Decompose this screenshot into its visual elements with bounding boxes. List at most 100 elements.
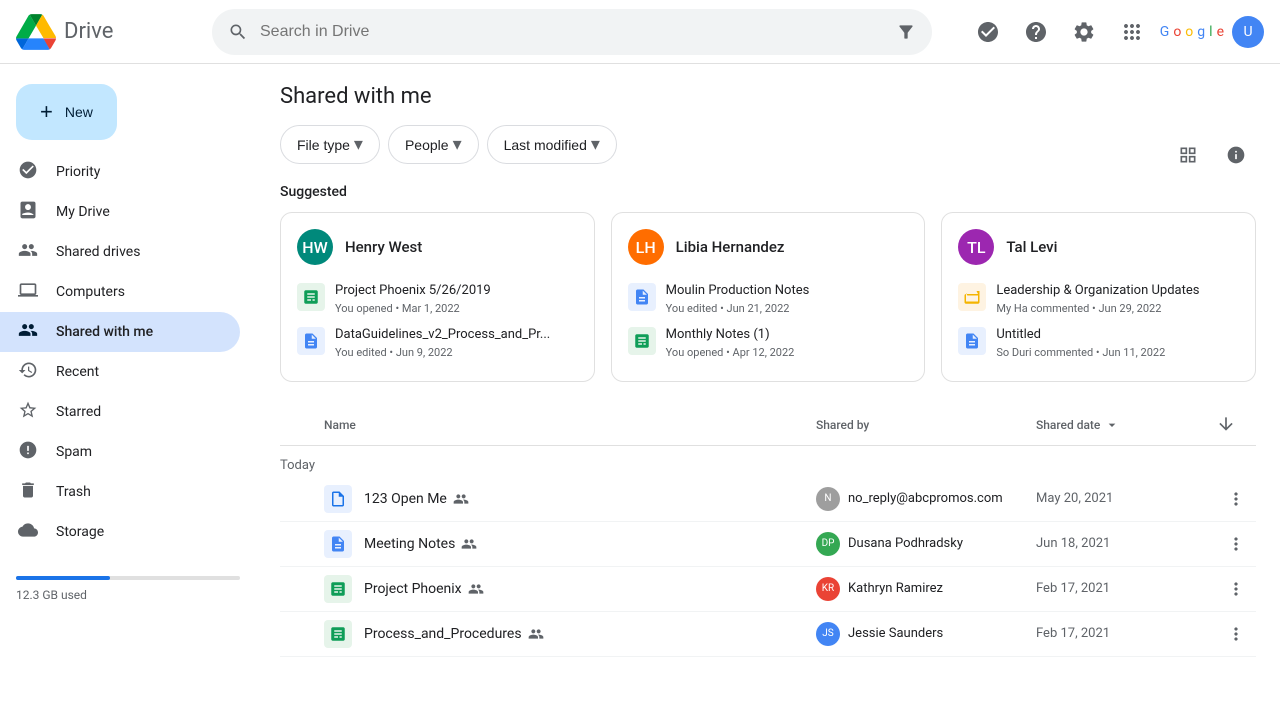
col-header-shared-by: Shared by <box>816 418 1036 432</box>
table-row[interactable]: Project Phoenix KR Kathryn Ramirez Feb 1… <box>280 567 1256 612</box>
sidebar-label-recent: Recent <box>56 364 99 380</box>
sidebar-item-recent[interactable]: Recent <box>0 352 240 392</box>
file-name: Untitled <box>996 327 1165 344</box>
filter-last-modified-arrow: ▾ <box>591 134 600 155</box>
file-type-icon <box>297 283 325 311</box>
shared-people-icon <box>461 536 477 552</box>
sidebar-item-shared-with-me[interactable]: Shared with me <box>0 312 240 352</box>
file-meta: You opened • Mar 1, 2022 <box>335 302 491 315</box>
more-options-button[interactable] <box>1220 573 1252 605</box>
table-row[interactable]: 123 Open Me N no_reply@abcpromos.com May… <box>280 477 1256 522</box>
file-info: Untitled So Duri commented • Jun 11, 202… <box>996 327 1165 359</box>
file-meta: My Ha commented • Jun 29, 2022 <box>996 302 1199 315</box>
sidebar-label-computers: Computers <box>56 284 125 300</box>
filter-people[interactable]: People ▾ <box>388 125 479 164</box>
row-file-info: 123 Open Me <box>280 485 816 513</box>
storage-bar <box>16 576 240 580</box>
plus-icon: + <box>40 99 53 125</box>
table-section-today: Today <box>280 446 1256 477</box>
apps-icon[interactable] <box>1112 12 1152 52</box>
check-circle-icon[interactable] <box>968 12 1008 52</box>
suggested-file-item[interactable]: Monthly Notes (1) You opened • Apr 12, 2… <box>628 321 909 365</box>
person-name: Henry West <box>345 238 422 256</box>
logo[interactable]: Drive <box>16 12 196 52</box>
file-name: Moulin Production Notes <box>666 283 810 300</box>
filter-file-type-label: File type <box>297 137 350 153</box>
person-card[interactable]: HW Henry West Project Phoenix 5/26/2019 … <box>280 212 595 382</box>
sidebar-item-computers[interactable]: Computers <box>0 272 240 312</box>
row-file-name: Meeting Notes <box>364 536 477 552</box>
info-button[interactable] <box>1216 135 1256 175</box>
avatar[interactable]: U <box>1232 16 1264 48</box>
settings-icon[interactable] <box>1064 12 1104 52</box>
sidebar-item-shared-drives[interactable]: Shared drives <box>0 232 240 272</box>
storage-icon <box>16 520 40 545</box>
storage-section: 12.3 GB used <box>0 552 256 618</box>
row-file-name: Process_and_Procedures <box>364 626 544 642</box>
row-date: Jun 18, 2021 <box>1036 536 1216 551</box>
row-actions <box>1216 618 1256 650</box>
person-card[interactable]: TL Tal Levi Leadership & Organization Up… <box>941 212 1256 382</box>
col-header-date-label: Shared date <box>1036 418 1100 432</box>
sidebar-item-my-drive[interactable]: My Drive <box>0 192 240 232</box>
filter-people-arrow: ▾ <box>453 134 462 155</box>
more-options-button[interactable] <box>1220 618 1252 650</box>
sidebar-item-trash[interactable]: Trash <box>0 472 240 512</box>
view-controls <box>1168 135 1256 175</box>
spam-icon <box>16 440 40 465</box>
recent-icon <box>16 360 40 385</box>
filter-people-label: People <box>405 137 449 153</box>
more-options-button[interactable] <box>1220 483 1252 515</box>
col-header-sort-icon <box>1104 417 1120 433</box>
row-date: Feb 17, 2021 <box>1036 581 1216 596</box>
grid-view-button[interactable] <box>1168 135 1208 175</box>
suggested-file-item[interactable]: Leadership & Organization Updates My Ha … <box>958 277 1239 321</box>
file-info: Project Phoenix 5/26/2019 You opened • M… <box>335 283 491 315</box>
person-header: TL Tal Levi <box>958 229 1239 265</box>
search-bar[interactable] <box>212 9 932 55</box>
table-rows: 123 Open Me N no_reply@abcpromos.com May… <box>280 477 1256 657</box>
suggested-file-item[interactable]: Project Phoenix 5/26/2019 You opened • M… <box>297 277 578 321</box>
new-button[interactable]: + New <box>16 84 117 140</box>
filter-last-modified[interactable]: Last modified ▾ <box>487 125 617 164</box>
row-shared-by: JS Jessie Saunders <box>816 622 1036 646</box>
help-icon[interactable] <box>1016 12 1056 52</box>
sidebar-item-storage[interactable]: Storage <box>0 512 240 552</box>
file-name: Leadership & Organization Updates <box>996 283 1199 300</box>
sidebar-label-spam: Spam <box>56 444 92 460</box>
shared-by-name: Jessie Saunders <box>848 626 943 641</box>
col-header-date[interactable]: Shared date <box>1036 417 1216 433</box>
row-file-name: Project Phoenix <box>364 581 484 597</box>
row-file-icon <box>324 620 352 648</box>
new-button-label: New <box>65 104 93 120</box>
trash-icon <box>16 480 40 505</box>
starred-icon <box>16 400 40 425</box>
search-input[interactable] <box>260 23 884 41</box>
shared-by-avatar: KR <box>816 577 840 601</box>
body: + New Priority My Drive Shared drives <box>0 64 1280 720</box>
sort-arrow-icon[interactable] <box>1216 414 1236 434</box>
row-shared-by: N no_reply@abcpromos.com <box>816 487 1036 511</box>
shared-by-name: no_reply@abcpromos.com <box>848 491 1003 506</box>
file-meta: You edited • Jun 21, 2022 <box>666 302 810 315</box>
row-shared-by: KR Kathryn Ramirez <box>816 577 1036 601</box>
col-header-name: Name <box>280 418 816 432</box>
file-type-icon <box>628 283 656 311</box>
filter-icon[interactable] <box>896 22 916 42</box>
person-avatar: LH <box>628 229 664 265</box>
table-row[interactable]: Process_and_Procedures JS Jessie Saunder… <box>280 612 1256 657</box>
filter-last-modified-label: Last modified <box>504 137 587 153</box>
more-options-button[interactable] <box>1220 528 1252 560</box>
sidebar-item-starred[interactable]: Starred <box>0 392 240 432</box>
person-card[interactable]: LH Libia Hernandez Moulin Production Not… <box>611 212 926 382</box>
row-actions <box>1216 483 1256 515</box>
file-info: Moulin Production Notes You edited • Jun… <box>666 283 810 315</box>
suggested-file-item[interactable]: Untitled So Duri commented • Jun 11, 202… <box>958 321 1239 365</box>
row-actions <box>1216 573 1256 605</box>
sidebar-item-priority[interactable]: Priority <box>0 152 240 192</box>
suggested-file-item[interactable]: Moulin Production Notes You edited • Jun… <box>628 277 909 321</box>
table-row[interactable]: Meeting Notes DP Dusana Podhradsky Jun 1… <box>280 522 1256 567</box>
sidebar-item-spam[interactable]: Spam <box>0 432 240 472</box>
filter-file-type[interactable]: File type ▾ <box>280 125 380 164</box>
suggested-file-item[interactable]: DataGuidelines_v2_Process_and_Pr... You … <box>297 321 578 365</box>
